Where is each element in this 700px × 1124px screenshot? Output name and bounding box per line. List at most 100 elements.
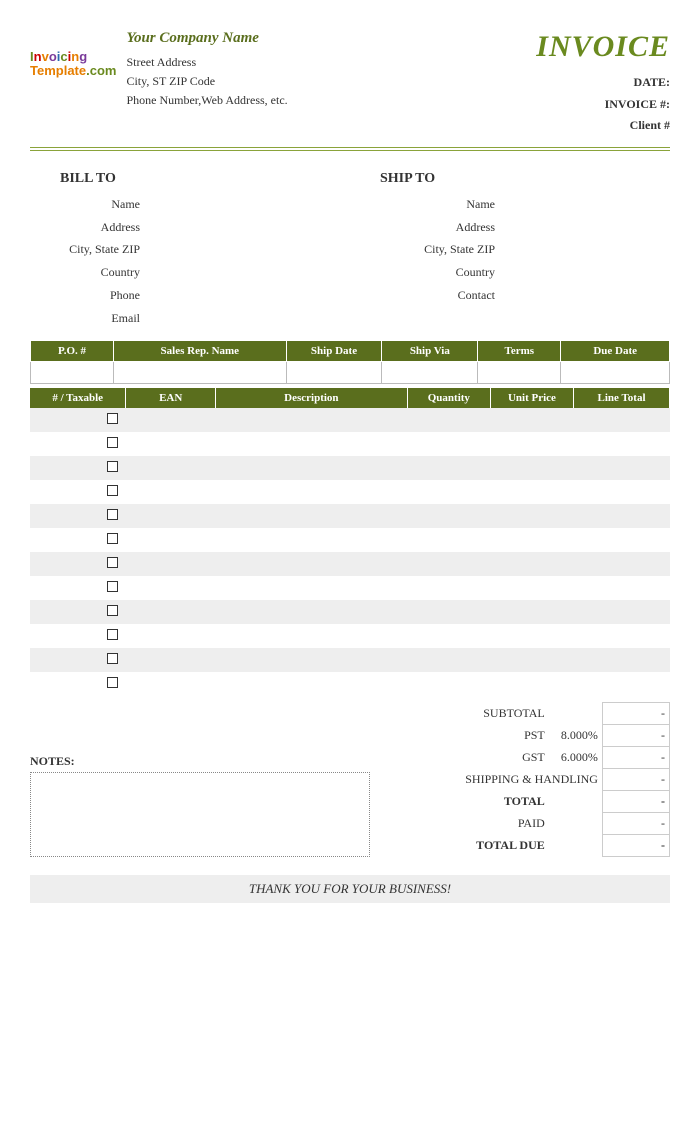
ship-to-title: SHIP TO (380, 171, 670, 187)
item-desc-cell[interactable] (215, 480, 407, 504)
checkbox-icon[interactable] (107, 557, 118, 568)
item-qty-cell[interactable] (407, 528, 490, 552)
checkbox-icon[interactable] (107, 437, 118, 448)
checkbox-icon[interactable] (107, 461, 118, 472)
meta-col-po: P.O. # (31, 340, 114, 361)
totals-label: TOTAL (401, 790, 549, 812)
item-qty-cell[interactable] (407, 624, 490, 648)
item-desc-cell[interactable] (215, 576, 407, 600)
item-price-cell[interactable] (490, 576, 573, 600)
item-desc-cell[interactable] (215, 408, 407, 432)
totals-percent (549, 812, 603, 834)
item-taxable-cell[interactable] (30, 528, 126, 552)
checkbox-icon[interactable] (107, 581, 118, 592)
ship-contact-label: Contact (355, 284, 495, 307)
item-total-cell (574, 552, 670, 576)
item-total-cell (574, 648, 670, 672)
item-qty-cell[interactable] (407, 504, 490, 528)
checkbox-icon[interactable] (107, 629, 118, 640)
checkbox-icon[interactable] (107, 413, 118, 424)
logo-icon: Invoicing Template.com (30, 50, 116, 79)
item-qty-cell[interactable] (407, 432, 490, 456)
item-price-cell[interactable] (490, 504, 573, 528)
item-taxable-cell[interactable] (30, 624, 126, 648)
item-price-cell[interactable] (490, 456, 573, 480)
checkbox-icon[interactable] (107, 605, 118, 616)
item-desc-cell[interactable] (215, 600, 407, 624)
item-ean-cell[interactable] (126, 648, 216, 672)
item-taxable-cell[interactable] (30, 480, 126, 504)
item-ean-cell[interactable] (126, 432, 216, 456)
meta-input-duedate[interactable] (561, 361, 670, 383)
item-ean-cell[interactable] (126, 504, 216, 528)
item-col-price: Unit Price (490, 388, 573, 408)
meta-input-salesrep[interactable] (114, 361, 287, 383)
totals-row: PAID- (401, 812, 669, 834)
item-price-cell[interactable] (490, 648, 573, 672)
item-taxable-cell[interactable] (30, 648, 126, 672)
address-line-3: Phone Number,Web Address, etc. (126, 91, 287, 110)
item-desc-cell[interactable] (215, 504, 407, 528)
item-col-qty: Quantity (407, 388, 490, 408)
notes-input[interactable] (30, 772, 370, 857)
item-qty-cell[interactable] (407, 600, 490, 624)
checkbox-icon[interactable] (107, 653, 118, 664)
item-ean-cell[interactable] (126, 576, 216, 600)
item-qty-cell[interactable] (407, 672, 490, 696)
meta-table-header-row: P.O. # Sales Rep. Name Ship Date Ship Vi… (31, 340, 670, 361)
item-taxable-cell[interactable] (30, 576, 126, 600)
header-left: Invoicing Template.com Your Company Name… (30, 30, 288, 137)
item-total-cell (574, 432, 670, 456)
item-desc-cell[interactable] (215, 624, 407, 648)
item-ean-cell[interactable] (126, 408, 216, 432)
checkbox-icon[interactable] (107, 509, 118, 520)
item-price-cell[interactable] (490, 432, 573, 456)
item-price-cell[interactable] (490, 528, 573, 552)
item-qty-cell[interactable] (407, 408, 490, 432)
item-desc-cell[interactable] (215, 648, 407, 672)
item-taxable-cell[interactable] (30, 408, 126, 432)
item-qty-cell[interactable] (407, 480, 490, 504)
item-desc-cell[interactable] (215, 552, 407, 576)
item-price-cell[interactable] (490, 408, 573, 432)
item-taxable-cell[interactable] (30, 672, 126, 696)
item-taxable-cell[interactable] (30, 432, 126, 456)
checkbox-icon[interactable] (107, 533, 118, 544)
item-ean-cell[interactable] (126, 480, 216, 504)
item-desc-cell[interactable] (215, 432, 407, 456)
thank-you-bar: THANK YOU FOR YOUR BUSINESS! (30, 875, 670, 903)
item-qty-cell[interactable] (407, 576, 490, 600)
company-address: Street Address City, ST ZIP Code Phone N… (126, 53, 287, 111)
item-ean-cell[interactable] (126, 600, 216, 624)
item-taxable-cell[interactable] (30, 504, 126, 528)
item-ean-cell[interactable] (126, 528, 216, 552)
item-ean-cell[interactable] (126, 456, 216, 480)
item-qty-cell[interactable] (407, 648, 490, 672)
item-ean-cell[interactable] (126, 552, 216, 576)
checkbox-icon[interactable] (107, 677, 118, 688)
meta-input-po[interactable] (31, 361, 114, 383)
meta-input-shipdate[interactable] (286, 361, 382, 383)
item-row (30, 648, 670, 672)
item-desc-cell[interactable] (215, 672, 407, 696)
item-taxable-cell[interactable] (30, 552, 126, 576)
totals-value: - (602, 702, 669, 724)
item-ean-cell[interactable] (126, 672, 216, 696)
meta-input-terms[interactable] (478, 361, 561, 383)
item-price-cell[interactable] (490, 480, 573, 504)
item-price-cell[interactable] (490, 624, 573, 648)
item-qty-cell[interactable] (407, 552, 490, 576)
item-taxable-cell[interactable] (30, 600, 126, 624)
item-ean-cell[interactable] (126, 624, 216, 648)
item-price-cell[interactable] (490, 552, 573, 576)
meta-input-shipvia[interactable] (382, 361, 478, 383)
item-price-cell[interactable] (490, 672, 573, 696)
item-desc-cell[interactable] (215, 456, 407, 480)
item-taxable-cell[interactable] (30, 456, 126, 480)
item-desc-cell[interactable] (215, 528, 407, 552)
item-total-cell (574, 624, 670, 648)
item-qty-cell[interactable] (407, 456, 490, 480)
checkbox-icon[interactable] (107, 485, 118, 496)
address-line-2: City, ST ZIP Code (126, 72, 287, 91)
item-price-cell[interactable] (490, 600, 573, 624)
